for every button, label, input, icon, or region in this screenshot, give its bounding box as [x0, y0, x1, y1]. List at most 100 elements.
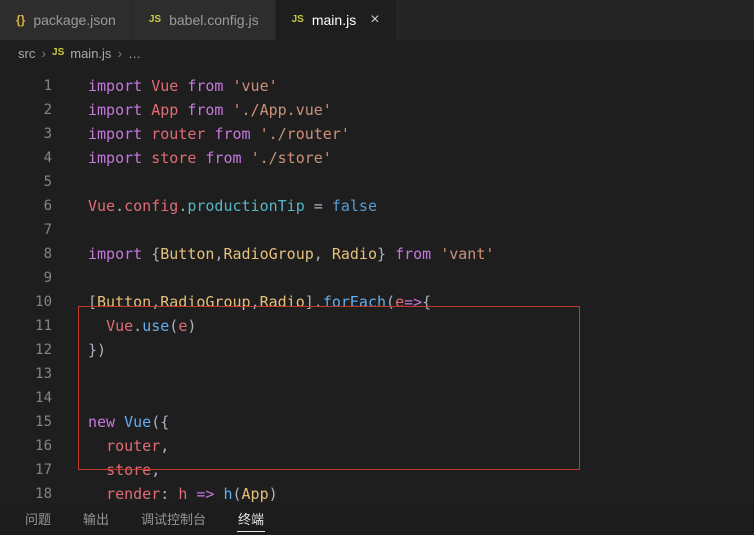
code-text[interactable]: }) [52, 338, 106, 362]
code-token: store [106, 461, 151, 479]
js-file-icon: JS [149, 15, 161, 25]
tab-main-js[interactable]: JS main.js × [276, 0, 397, 40]
code-token: router [151, 125, 214, 143]
line-number: 10 [0, 290, 52, 314]
code-token: , [151, 293, 160, 311]
code-token [88, 437, 106, 455]
line-number: 1 [0, 74, 52, 98]
code-line[interactable]: 16 router, [0, 434, 754, 458]
line-number: 6 [0, 194, 52, 218]
breadcrumb-symbol-more[interactable]: … [128, 46, 141, 61]
code-token: => [404, 293, 422, 311]
code-text[interactable] [52, 266, 88, 290]
code-text[interactable]: router, [52, 434, 169, 458]
code-text[interactable]: import router from './router' [52, 122, 350, 146]
code-token: new [88, 413, 124, 431]
code-token: Vue [88, 197, 115, 215]
code-line[interactable]: 1import Vue from 'vue' [0, 74, 754, 98]
code-token: Vue [151, 77, 187, 95]
code-line[interactable]: 9 [0, 266, 754, 290]
code-line[interactable]: 8import {Button,RadioGroup, Radio} from … [0, 242, 754, 266]
code-text[interactable]: new Vue({ [52, 410, 169, 434]
code-token: productionTip [187, 197, 304, 215]
code-token: , [151, 461, 160, 479]
code-token: { [151, 245, 160, 263]
tab-label: babel.config.js [169, 12, 259, 28]
chevron-right-icon: › [41, 45, 46, 61]
close-icon[interactable]: × [370, 11, 379, 29]
code-line[interactable]: 14 [0, 386, 754, 410]
panel-tab-debug-console[interactable]: 调试控制台 [140, 507, 207, 531]
code-token: . [133, 317, 142, 335]
line-number: 17 [0, 458, 52, 482]
code-token: App [151, 101, 187, 119]
code-text[interactable] [52, 362, 88, 386]
code-token: . [178, 197, 187, 215]
line-number: 5 [0, 170, 52, 194]
code-text[interactable]: import store from './store' [52, 146, 332, 170]
code-token: }) [88, 341, 106, 359]
code-token: false [332, 197, 377, 215]
code-line[interactable]: 10[Button,RadioGroup,Radio].forEach(e=>{ [0, 290, 754, 314]
breadcrumb-folder[interactable]: src [18, 46, 35, 61]
code-text[interactable]: Vue.config.productionTip = false [52, 194, 377, 218]
code-token: 'vue' [233, 77, 278, 95]
code-line[interactable]: 17 store, [0, 458, 754, 482]
code-token: import [88, 149, 151, 167]
panel-tab-output[interactable]: 输出 [82, 507, 110, 531]
code-token: store [151, 149, 205, 167]
code-text[interactable] [52, 218, 88, 242]
code-line[interactable]: 7 [0, 218, 754, 242]
code-editor[interactable]: 1import Vue from 'vue'2import App from '… [0, 66, 754, 506]
code-text[interactable]: import App from './App.vue' [52, 98, 332, 122]
line-number: 11 [0, 314, 52, 338]
code-line[interactable]: 6Vue.config.productionTip = false [0, 194, 754, 218]
code-token: Button [160, 245, 214, 263]
panel-tab-terminal[interactable]: 终端 [237, 507, 265, 532]
code-text[interactable]: store, [52, 458, 160, 482]
code-line[interactable]: 12}) [0, 338, 754, 362]
code-line[interactable]: 11 Vue.use(e) [0, 314, 754, 338]
code-line[interactable]: 5 [0, 170, 754, 194]
code-line[interactable]: 3import router from './router' [0, 122, 754, 146]
breadcrumb: src › JS main.js › … [0, 40, 754, 66]
code-text[interactable]: import {Button,RadioGroup, Radio} from '… [52, 242, 494, 266]
code-token: Vue [124, 413, 151, 431]
code-token: config [124, 197, 178, 215]
vscode-window: { "icons": { "js_text": "JS", "json_text… [0, 0, 754, 535]
code-token: : [160, 485, 178, 503]
code-token: './App.vue' [233, 101, 332, 119]
code-token: ( [169, 317, 178, 335]
breadcrumb-file[interactable]: main.js [70, 46, 111, 61]
code-token: from [395, 245, 440, 263]
js-file-icon: JS [52, 48, 64, 58]
tab-package-json[interactable]: {} package.json [0, 0, 133, 40]
tab-babel-config-js[interactable]: JS babel.config.js [133, 0, 276, 40]
code-line[interactable]: 4import store from './store' [0, 146, 754, 170]
code-token: RadioGroup [160, 293, 250, 311]
code-token: . [115, 197, 124, 215]
code-token: Radio [260, 293, 305, 311]
code-token: './router' [260, 125, 350, 143]
code-token: ) [269, 485, 278, 503]
code-text[interactable]: import Vue from 'vue' [52, 74, 278, 98]
code-line[interactable]: 2import App from './App.vue' [0, 98, 754, 122]
code-text[interactable] [52, 386, 88, 410]
code-token: import [88, 125, 151, 143]
code-token: import [88, 245, 151, 263]
code-text[interactable]: Vue.use(e) [52, 314, 196, 338]
code-line[interactable]: 15new Vue({ [0, 410, 754, 434]
code-lines: 1import Vue from 'vue'2import App from '… [0, 74, 754, 506]
code-line[interactable]: 13 [0, 362, 754, 386]
json-file-icon: {} [16, 14, 25, 26]
panel-tab-problems[interactable]: 问题 [24, 507, 52, 531]
code-token: e [395, 293, 404, 311]
line-number: 4 [0, 146, 52, 170]
code-text[interactable]: [Button,RadioGroup,Radio].forEach(e=>{ [52, 290, 431, 314]
code-token: ({ [151, 413, 169, 431]
code-text[interactable] [52, 170, 88, 194]
code-token: ]. [305, 293, 323, 311]
code-token: forEach [323, 293, 386, 311]
code-token: Button [97, 293, 151, 311]
code-token: , [160, 437, 169, 455]
